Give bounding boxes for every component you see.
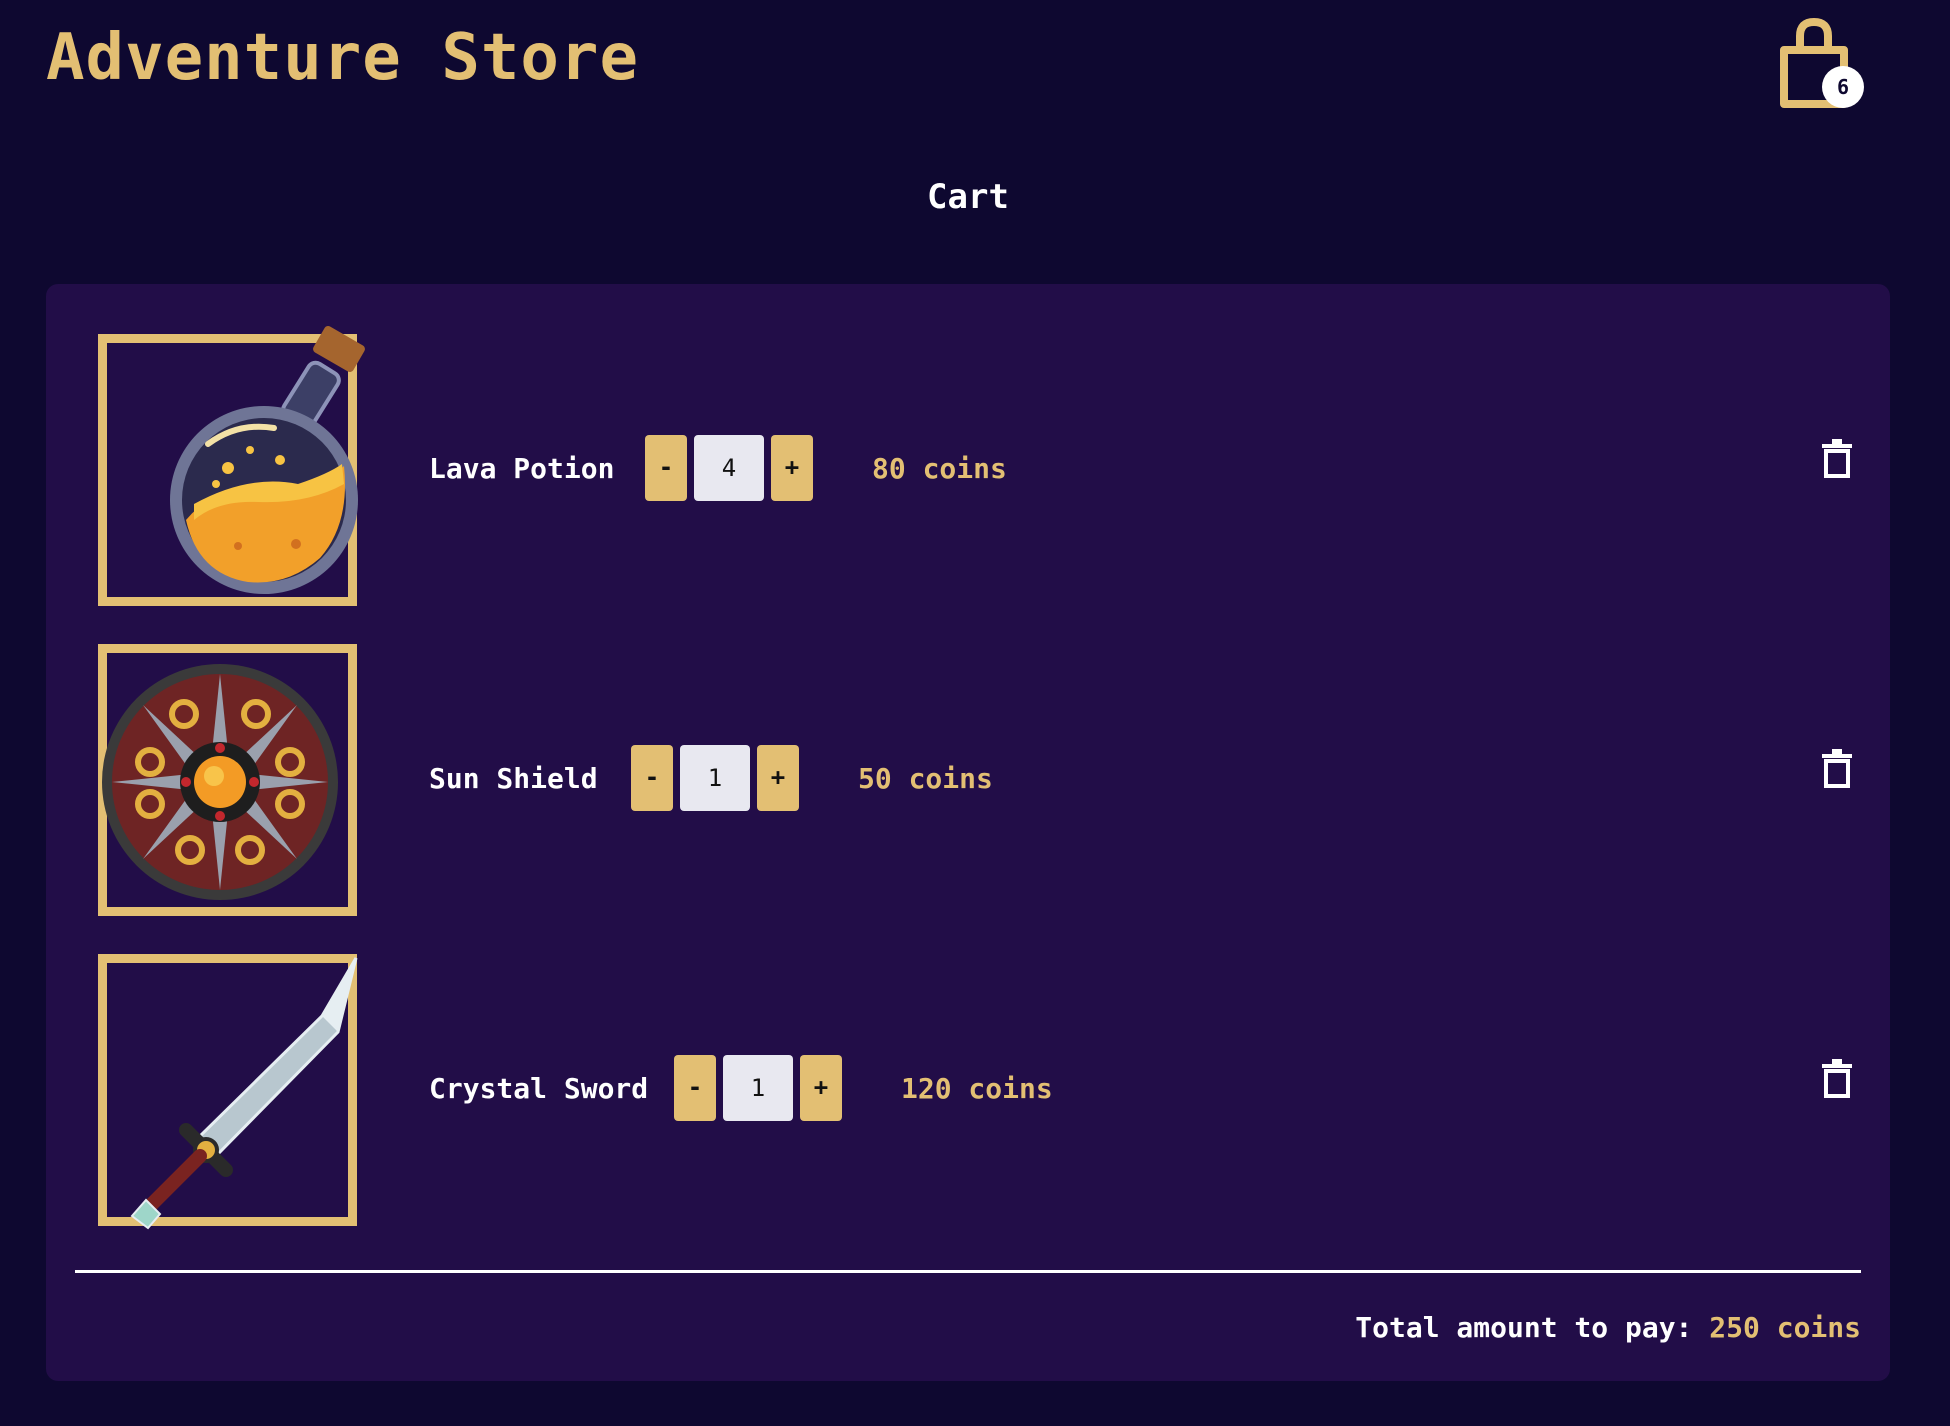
- item-price: 120 coins: [901, 1072, 1053, 1105]
- total-label: Total amount to pay:: [1355, 1311, 1693, 1344]
- decrease-quantity-button[interactable]: -: [674, 1055, 716, 1121]
- cart-count-badge: 6: [1822, 66, 1864, 108]
- item-price: 80 coins: [872, 452, 1007, 485]
- cart-item: Sun Shield - 1 + 50 coins: [46, 594, 1890, 916]
- header: Adventure Store 6: [0, 0, 1950, 130]
- item-name: Lava Potion: [429, 452, 615, 485]
- decrease-quantity-button[interactable]: -: [631, 745, 673, 811]
- trash-icon[interactable]: [1822, 1059, 1852, 1099]
- sun-shield-icon: [102, 664, 338, 900]
- increase-quantity-button[interactable]: +: [771, 435, 813, 501]
- cart-item: Crystal Sword - 1 + 120 coins: [46, 904, 1890, 1230]
- crystal-sword-icon: [130, 957, 358, 1230]
- trash-icon[interactable]: [1822, 439, 1852, 479]
- item-name: Sun Shield: [429, 762, 598, 795]
- cart-divider: [75, 1270, 1861, 1273]
- decrease-quantity-button[interactable]: -: [645, 435, 687, 501]
- increase-quantity-button[interactable]: +: [800, 1055, 842, 1121]
- quantity-value[interactable]: 4: [694, 435, 764, 501]
- cart-total: Total amount to pay: 250 coins: [1355, 1308, 1861, 1348]
- cart-panel: Lava Potion - 4 + 80 coins Sun Shield - …: [46, 284, 1890, 1381]
- quantity-value[interactable]: 1: [723, 1055, 793, 1121]
- trash-icon[interactable]: [1822, 749, 1852, 789]
- total-amount: 250 coins: [1709, 1311, 1861, 1344]
- cart-button[interactable]: 6: [1770, 14, 1870, 114]
- item-price: 50 coins: [858, 762, 993, 795]
- item-name: Crystal Sword: [429, 1072, 649, 1105]
- quantity-value[interactable]: 1: [680, 745, 750, 811]
- cart-item: Lava Potion - 4 + 80 coins: [46, 284, 1890, 606]
- store-title[interactable]: Adventure Store: [46, 18, 639, 98]
- increase-quantity-button[interactable]: +: [757, 745, 799, 811]
- page-title: Cart: [927, 177, 1009, 217]
- lava-potion-icon: [170, 325, 365, 594]
